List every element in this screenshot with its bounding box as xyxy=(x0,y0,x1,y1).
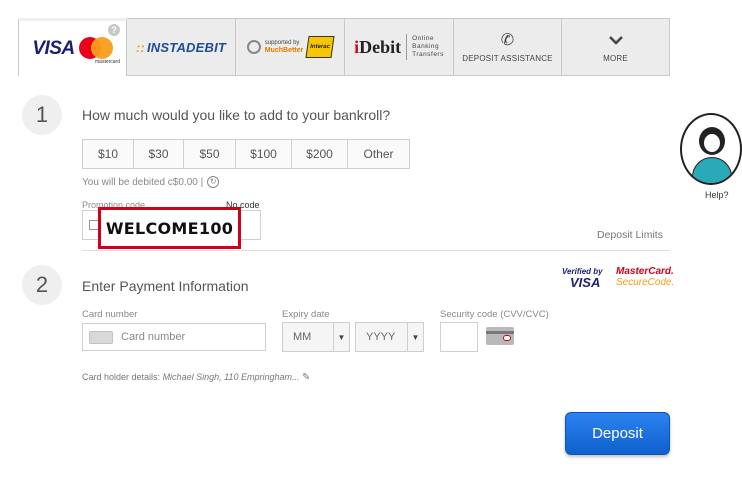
divider xyxy=(406,34,408,60)
tab-more[interactable]: MORE xyxy=(562,18,670,76)
debit-summary: You will be debited c$0.00 | ↻ xyxy=(82,176,220,188)
debit-text: You will be debited c$0.00 | xyxy=(82,176,204,188)
mastercard-text: mastercard xyxy=(95,59,121,65)
help-label[interactable]: Help? xyxy=(705,190,729,200)
dropdown-arrow-icon: ▼ xyxy=(407,323,423,351)
tab-deposit-assistance[interactable]: ✆ DEPOSIT ASSISTANCE xyxy=(454,18,562,76)
cvv-card-icon xyxy=(486,327,514,345)
tab-idebit[interactable]: iDebit Online Banking Transfers xyxy=(345,18,454,76)
idebit-logo: iDebit Online Banking Transfers xyxy=(354,34,444,60)
expiry-date-label: Expiry date xyxy=(282,309,330,320)
tab-label: MORE xyxy=(603,53,628,63)
expiry-month-select[interactable]: MM ▼ xyxy=(282,322,350,352)
amount-button[interactable]: $10 xyxy=(82,139,134,169)
phone-icon: ✆ xyxy=(500,31,515,49)
security-code-label: Security code (CVV/CVC) xyxy=(440,309,549,320)
mastercard-securecode-logo: MasterCard. SecureCode. xyxy=(616,266,675,288)
card-number-label: Card number xyxy=(82,309,138,320)
muchbetter-logo: supported by MuchBetter Interac xyxy=(246,36,335,58)
step-number-1: 1 xyxy=(22,95,62,135)
promo-code-value: WELCOME100 xyxy=(105,218,234,238)
help-badge-icon[interactable]: ? xyxy=(108,24,120,36)
help-agent-avatar[interactable] xyxy=(680,113,742,185)
step-number-2: 2 xyxy=(22,265,62,305)
refresh-icon[interactable]: ↻ xyxy=(207,176,220,188)
card-holder-value: Michael Singh, 110 Empringham... xyxy=(162,372,300,382)
tab-visa-mastercard[interactable]: VISA mastercard ? xyxy=(18,18,127,76)
tab-muchbetter-interac[interactable]: supported by MuchBetter Interac xyxy=(236,18,345,76)
credit-card-icon xyxy=(89,331,113,344)
expiry-year-select[interactable]: YYYY ▼ xyxy=(355,322,424,352)
dropdown-arrow-icon: ▼ xyxy=(333,323,349,351)
tab-label: DEPOSIT ASSISTANCE xyxy=(462,53,553,63)
verified-by-visa-logo: Verified by VISA xyxy=(562,267,603,290)
payment-info-title: Enter Payment Information xyxy=(82,278,249,294)
section-divider xyxy=(82,250,670,251)
amount-button[interactable]: $50 xyxy=(184,139,236,169)
edit-pencil-icon[interactable]: ✎ xyxy=(302,372,310,383)
card-holder-details: Card holder details: Michael Singh, 110 … xyxy=(82,372,311,383)
security-code-input[interactable] xyxy=(440,322,478,352)
visa-logo: VISA xyxy=(32,37,75,59)
muchbetter-icon xyxy=(246,40,261,54)
card-number-placeholder: Card number xyxy=(121,331,186,343)
deposit-button[interactable]: Deposit xyxy=(565,412,670,455)
amount-button[interactable]: $30 xyxy=(134,139,184,169)
card-number-input[interactable]: Card number xyxy=(82,323,266,351)
interac-logo: Interac xyxy=(305,36,335,58)
amount-button[interactable]: $100 xyxy=(236,139,292,169)
mastercard-logo-icon xyxy=(78,36,113,61)
instadebit-logo: :: INSTADEBIT xyxy=(135,39,227,55)
deposit-limits-link[interactable]: Deposit Limits xyxy=(597,229,663,241)
promo-code-highlight: WELCOME100 xyxy=(98,207,241,249)
amount-question: How much would you like to add to your b… xyxy=(82,107,391,123)
amount-button[interactable]: $200 xyxy=(292,139,348,169)
payment-method-tabs: VISA mastercard ? :: INSTADEBIT supported… xyxy=(18,18,670,76)
chevron-down-icon xyxy=(608,32,624,50)
tab-instadebit[interactable]: :: INSTADEBIT xyxy=(127,18,236,76)
amount-other-button[interactable]: Other xyxy=(348,139,410,169)
amount-options: $10 $30 $50 $100 $200 Other xyxy=(82,139,410,169)
